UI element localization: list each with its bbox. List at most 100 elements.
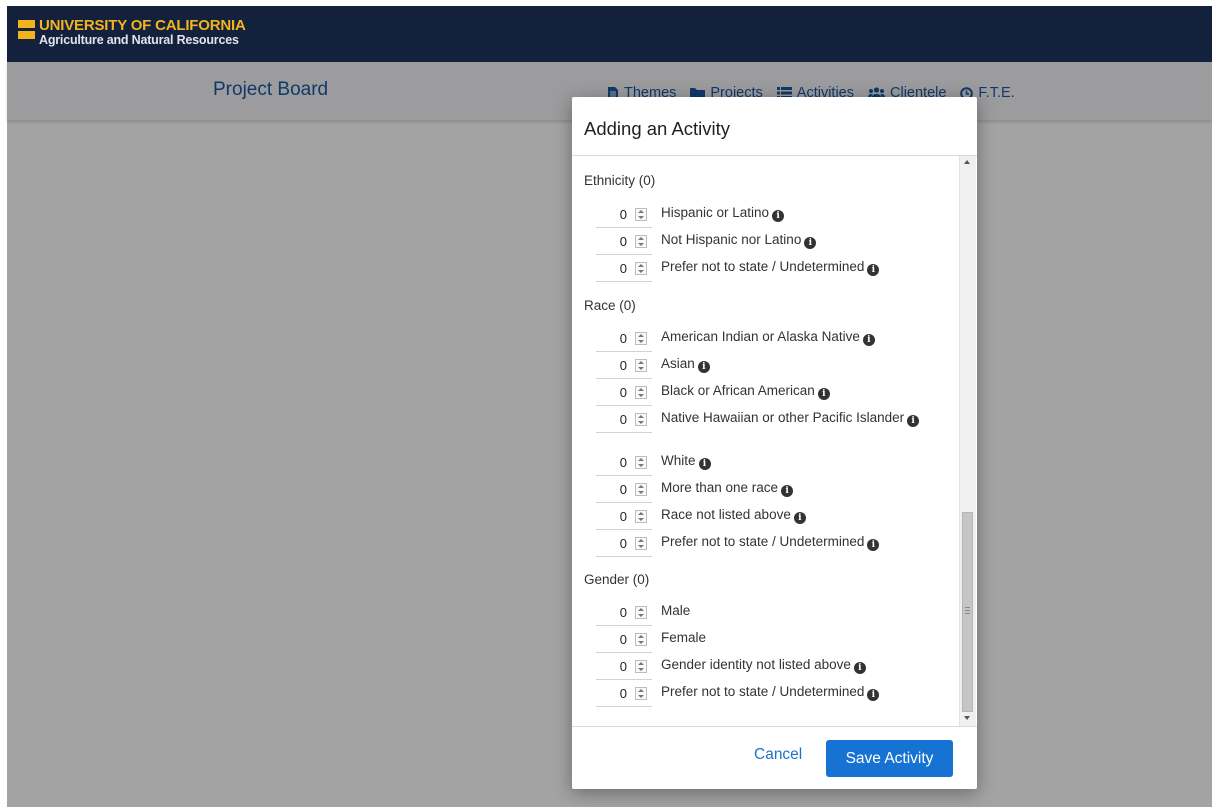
- scroll-up-arrow-icon[interactable]: [964, 160, 970, 164]
- info-icon[interactable]: i: [867, 539, 880, 551]
- modal-body[interactable]: Ethnicity (0) 0 Hispanic or Latino i 0 Not Hi…: [572, 156, 977, 726]
- count-stepper[interactable]: 0: [596, 627, 652, 653]
- count-value[interactable]: 0: [620, 537, 627, 551]
- count-label-text: Black or African American: [661, 383, 815, 398]
- count-value[interactable]: 0: [620, 359, 627, 373]
- count-value[interactable]: 0: [620, 413, 627, 427]
- modal-scrollbar[interactable]: [959, 156, 976, 726]
- count-stepper[interactable]: 0: [596, 681, 652, 707]
- count-stepper[interactable]: 0: [596, 380, 652, 406]
- count-label: White i: [661, 450, 921, 470]
- count-stepper[interactable]: 0: [596, 654, 652, 680]
- spinner-arrows-icon[interactable]: [635, 687, 647, 700]
- count-label-text: More than one race: [661, 480, 779, 495]
- spinner-arrows-icon[interactable]: [635, 660, 647, 673]
- count-value[interactable]: 0: [620, 235, 627, 249]
- info-icon[interactable]: i: [862, 334, 875, 346]
- spinner-arrows-icon[interactable]: [635, 208, 647, 221]
- count-value[interactable]: 0: [620, 633, 627, 647]
- spinner-arrows-icon[interactable]: [635, 483, 647, 496]
- count-label: Native Hawaiian or other Pacific Islande…: [661, 407, 921, 427]
- count-stepper[interactable]: 0: [596, 229, 652, 255]
- section-title-gender: Gender (0): [584, 572, 650, 587]
- count-label: Race not listed above i: [661, 504, 921, 524]
- count-row-ethnicity: 0 Not Hispanic nor Latino i: [596, 229, 921, 255]
- info-icon[interactable]: i: [867, 264, 880, 276]
- count-label-text: Prefer not to state / Undetermined: [661, 534, 865, 549]
- info-icon[interactable]: i: [907, 415, 920, 427]
- count-stepper[interactable]: 0: [596, 477, 652, 503]
- count-stepper[interactable]: 0: [596, 202, 652, 228]
- info-icon[interactable]: i: [793, 512, 806, 524]
- count-row-gender: 0 Male: [596, 600, 921, 626]
- info-icon[interactable]: i: [817, 388, 830, 400]
- count-label-text: White: [661, 453, 696, 468]
- uc-anr-logo[interactable]: UNIVERSITY OF CALIFORNIA Agriculture and…: [18, 18, 246, 47]
- spinner-arrows-icon[interactable]: [635, 235, 647, 248]
- spinner-arrows-icon[interactable]: [635, 510, 647, 523]
- info-icon[interactable]: i: [781, 485, 794, 497]
- count-label: Prefer not to state / Undetermined i: [661, 531, 921, 551]
- scroll-down-arrow-icon[interactable]: [964, 716, 970, 720]
- top-header: UNIVERSITY OF CALIFORNIA Agriculture and…: [7, 6, 1212, 62]
- count-label: Asian i: [661, 353, 921, 373]
- count-label-text: Female: [661, 630, 707, 645]
- info-icon[interactable]: i: [772, 210, 785, 222]
- count-row-gender: 0 Gender identity not listed above i: [596, 654, 921, 680]
- count-label: More than one race i: [661, 477, 921, 497]
- count-stepper[interactable]: 0: [596, 353, 652, 379]
- count-label: Not Hispanic nor Latino i: [661, 229, 921, 249]
- count-stepper[interactable]: 0: [596, 600, 652, 626]
- count-label: American Indian or Alaska Native i: [661, 326, 921, 346]
- count-value[interactable]: 0: [620, 510, 627, 524]
- count-value[interactable]: 0: [620, 456, 627, 470]
- info-icon[interactable]: i: [867, 689, 880, 701]
- spinner-arrows-icon[interactable]: [635, 537, 647, 550]
- count-value[interactable]: 0: [620, 208, 627, 222]
- count-value[interactable]: 0: [620, 606, 627, 620]
- logo-line2: Agriculture and Natural Resources: [39, 33, 239, 47]
- info-icon[interactable]: i: [698, 458, 711, 470]
- info-icon[interactable]: i: [804, 237, 817, 249]
- count-stepper[interactable]: 0: [596, 256, 652, 282]
- scrollbar-thumb[interactable]: [962, 512, 973, 712]
- count-stepper[interactable]: 0: [596, 407, 652, 433]
- cancel-button[interactable]: Cancel: [754, 746, 802, 764]
- count-value[interactable]: 0: [620, 386, 627, 400]
- count-label-text: Gender identity not listed above: [661, 657, 851, 672]
- count-row-race: 0 Asian i: [596, 353, 921, 379]
- count-stepper[interactable]: 0: [596, 450, 652, 476]
- count-label-text: Male: [661, 603, 691, 618]
- info-icon[interactable]: i: [853, 662, 866, 674]
- count-row-ethnicity: 0 Hispanic or Latino i: [596, 202, 921, 228]
- spinner-arrows-icon[interactable]: [635, 332, 647, 345]
- count-value[interactable]: 0: [620, 660, 627, 674]
- count-value[interactable]: 0: [620, 687, 627, 701]
- spinner-arrows-icon[interactable]: [635, 413, 647, 426]
- logo-line1: UNIVERSITY OF CALIFORNIA: [39, 17, 246, 34]
- count-value[interactable]: 0: [620, 262, 627, 276]
- count-stepper[interactable]: 0: [596, 531, 652, 557]
- spinner-arrows-icon[interactable]: [635, 262, 647, 275]
- spinner-arrows-icon[interactable]: [635, 606, 647, 619]
- count-label-text: American Indian or Alaska Native: [661, 329, 860, 344]
- save-activity-button[interactable]: Save Activity: [826, 740, 953, 777]
- count-value[interactable]: 0: [620, 483, 627, 497]
- add-activity-modal: Adding an Activity Ethnicity (0) 0 Hispani…: [572, 97, 977, 789]
- grip-icon: [965, 607, 970, 614]
- spinner-arrows-icon[interactable]: [635, 386, 647, 399]
- count-stepper[interactable]: 0: [596, 326, 652, 352]
- count-row-race: 0 More than one race i: [596, 477, 921, 503]
- count-label: Hispanic or Latino i: [661, 202, 921, 222]
- spinner-arrows-icon[interactable]: [635, 633, 647, 646]
- count-label: Gender identity not listed above i: [661, 654, 921, 674]
- count-value[interactable]: 0: [620, 332, 627, 346]
- count-stepper[interactable]: 0: [596, 504, 652, 530]
- spinner-arrows-icon[interactable]: [635, 456, 647, 469]
- logo-mark-icon: [18, 20, 35, 39]
- count-row-race: 0 American Indian or Alaska Native i: [596, 326, 921, 352]
- modal-header: Adding an Activity: [572, 97, 977, 156]
- spinner-arrows-icon[interactable]: [635, 359, 647, 372]
- count-row-race: 0 White i: [596, 450, 921, 476]
- info-icon[interactable]: i: [697, 361, 710, 373]
